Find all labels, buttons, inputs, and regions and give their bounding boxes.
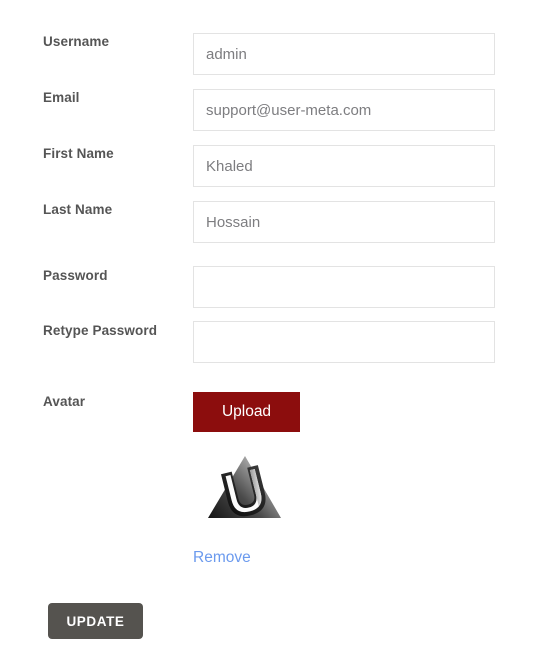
upload-button[interactable]: Upload [193, 392, 300, 432]
user-profile-form: Username Email First Name Last Name Pass… [0, 0, 548, 664]
label-retype-password: Retype Password [43, 323, 158, 338]
input-username[interactable] [193, 33, 495, 75]
label-email: Email [43, 90, 80, 105]
label-last-name: Last Name [43, 202, 113, 217]
avatar-image [201, 452, 285, 526]
input-retype-password[interactable] [193, 321, 495, 363]
input-email[interactable] [193, 89, 495, 131]
input-first-name[interactable] [193, 145, 495, 187]
input-password[interactable] [193, 266, 495, 308]
avatar-block: Upload Remove [193, 392, 503, 566]
label-password: Password [43, 268, 108, 283]
remove-avatar-link[interactable]: Remove [193, 549, 251, 567]
input-last-name[interactable] [193, 201, 495, 243]
label-username: Username [43, 34, 110, 49]
label-avatar: Avatar [43, 394, 86, 409]
update-button[interactable]: UPDATE [48, 603, 143, 639]
label-first-name: First Name [43, 146, 114, 161]
